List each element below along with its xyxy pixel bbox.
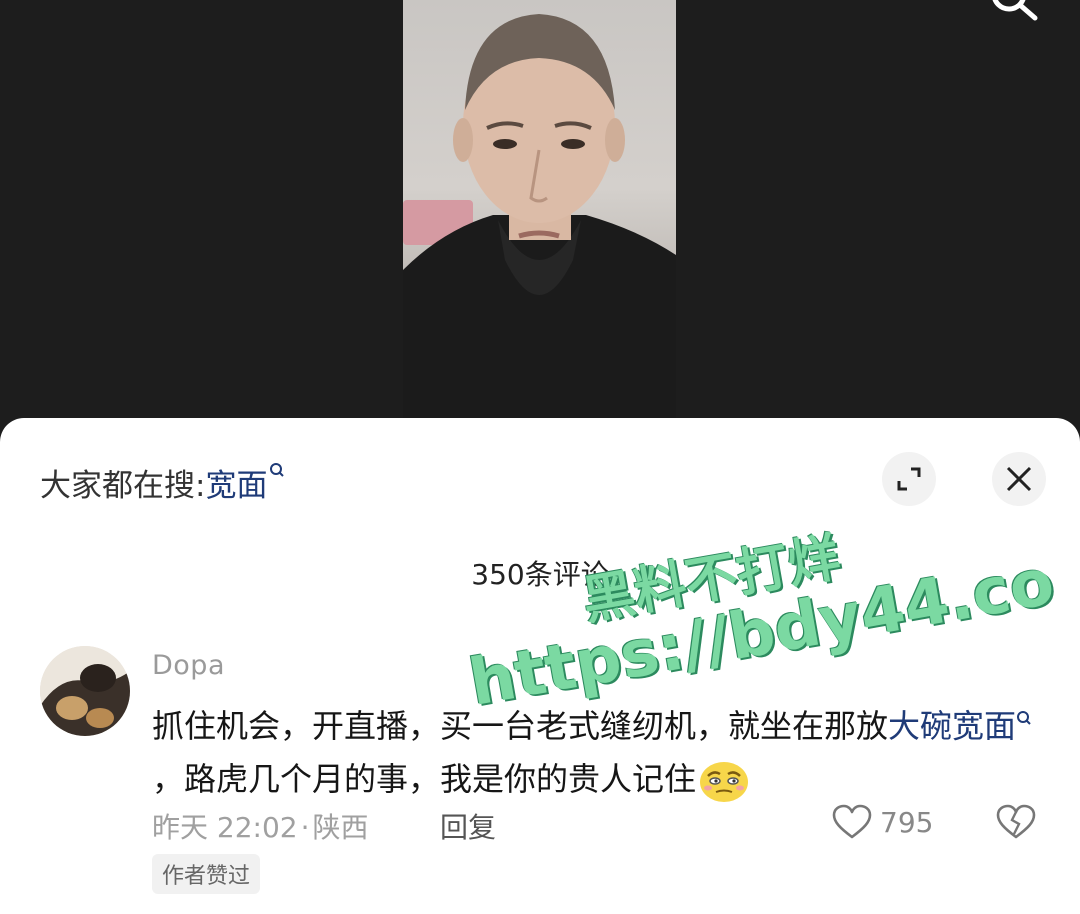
avatar[interactable]: [40, 646, 130, 736]
like-count: 795: [880, 805, 934, 839]
heart-icon: [832, 804, 872, 839]
comment-time: 昨天 22:02: [152, 811, 298, 844]
comment-meta: 昨天 22:02 · 陕西: [152, 806, 369, 846]
hot-search-prefix: 大家都在搜:: [40, 468, 206, 504]
comment-text: 抓住机会，开直播，买一台老式缝纫机，就坐在那放大碗宽面，路虎几个月的事，我是你的…: [152, 700, 1042, 806]
broken-heart-icon: [996, 804, 1036, 839]
search-icon: [1017, 711, 1031, 725]
comment-text-part2: ，路虎几个月的事，我是你的贵人记住: [152, 760, 697, 798]
video-player[interactable]: [0, 0, 1080, 440]
meta-separator: ·: [300, 811, 310, 844]
video-frame: [403, 0, 676, 418]
expand-icon: [897, 467, 921, 491]
comment-location: 陕西: [312, 811, 369, 844]
search-icon: [270, 463, 285, 477]
close-icon: [1006, 466, 1032, 492]
dislike-button[interactable]: [996, 804, 1036, 844]
hot-search-term[interactable]: 宽面: [205, 468, 267, 504]
comment-username[interactable]: Dopa: [152, 650, 225, 681]
hot-search-bar[interactable]: 大家都在搜:宽面: [40, 460, 285, 505]
person-figure: [403, 14, 676, 418]
avatar-image: [40, 646, 130, 736]
smug-face-emoji: [700, 762, 749, 802]
reply-button[interactable]: 回复: [440, 806, 496, 846]
expand-button[interactable]: [882, 452, 936, 506]
search-icon[interactable]: [985, 0, 1041, 26]
close-button[interactable]: [992, 452, 1046, 506]
like-button[interactable]: 795: [832, 804, 933, 840]
comment-search-link[interactable]: 大碗宽面: [888, 707, 1016, 745]
author-liked-badge: 作者赞过: [152, 854, 261, 894]
